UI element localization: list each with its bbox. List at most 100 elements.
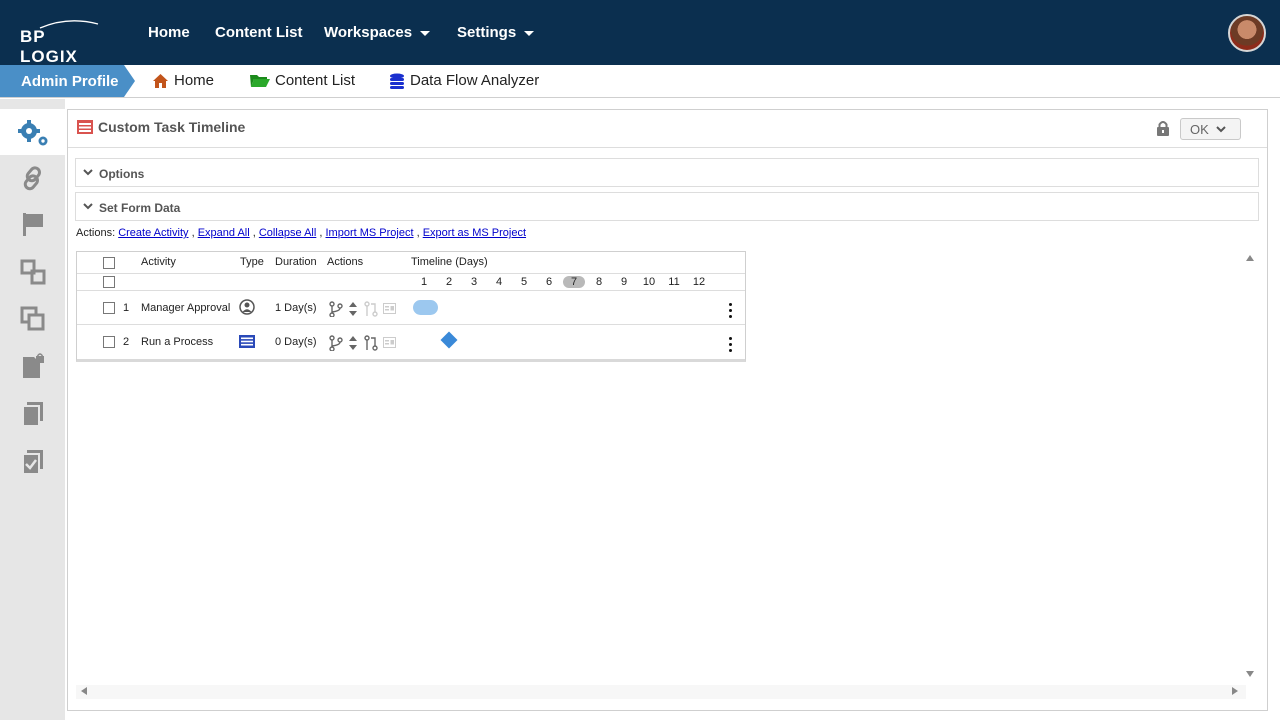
export-ms-project-link[interactable]: Export as MS Project [423,227,526,239]
task-timeline-panel: Custom Task Timeline OK Options Set Form… [67,109,1268,711]
header-timeline: Timeline (Days) [411,256,488,268]
logo-text: BP LOGIX [20,27,78,66]
home-icon [153,73,168,88]
nav-workspaces-label: Workspaces [324,24,413,41]
timeline-day-8: 8 [595,276,603,288]
branch-icon[interactable] [329,301,343,317]
subheader-divider [77,290,745,291]
breadcrumb-data-flow-analyzer-label: Data Flow Analyzer [410,72,540,89]
gantt-table: Activity Type Duration Actions Timeline … [76,251,746,362]
duration-value: 0 Day(s) [275,336,317,348]
timeline-day-2: 2 [445,276,453,288]
form-icon[interactable] [383,303,396,314]
scroll-right-arrow[interactable] [1232,687,1238,695]
row-checkbox[interactable] [103,336,115,348]
breadcrumb-data-flow-analyzer[interactable]: Data Flow Analyzer [389,72,539,89]
actions-prefix: Actions: [76,227,116,239]
timeline-day-1: 1 [420,276,428,288]
scroll-up-arrow[interactable] [1246,255,1254,261]
timeline-day-10: 10 [642,276,656,288]
breadcrumb-admin-profile-label: Admin Profile [21,73,119,90]
row-menu-button[interactable] [729,303,733,321]
expand-all-link[interactable]: Expand All [198,227,250,239]
row-divider [77,324,745,325]
import-ms-project-link[interactable]: Import MS Project [326,227,414,239]
user-icon [239,299,255,315]
workflow-icon[interactable] [20,259,46,285]
timeline-milestone[interactable] [440,331,458,349]
breadcrumb-content-list[interactable]: Content List [250,72,355,89]
timeline-day-4: 4 [495,276,503,288]
flag-icon[interactable] [20,211,46,237]
timeline-day-3: 3 [470,276,478,288]
nav-home[interactable]: Home [148,24,190,41]
panel-header: Custom Task Timeline OK [68,110,1267,148]
header-type: Type [240,256,264,268]
left-sidebar [0,99,66,720]
breadcrumb-home[interactable]: Home [152,72,214,89]
lock-icon[interactable] [1156,120,1170,136]
nav-settings[interactable]: Settings [457,24,535,41]
options-section-toggle[interactable]: Options [75,158,1259,187]
nav-workspaces[interactable]: Workspaces [324,24,431,41]
dependency-icon[interactable] [364,335,378,351]
breadcrumb-admin-profile[interactable]: Admin Profile [0,65,135,97]
set-form-data-section-label: Set Form Data [99,201,181,215]
avatar[interactable] [1228,14,1266,52]
locked-document-icon[interactable] [20,353,46,379]
header-duration: Duration [275,256,317,268]
duration-value: 1 Day(s) [275,302,317,314]
ok-button[interactable]: OK [1180,118,1241,140]
top-navigation-bar: BP LOGIX Home Content List Workspaces Se… [0,0,1280,66]
chevron-down-icon [420,30,431,36]
dependency-icon[interactable] [364,301,378,317]
copy-icon[interactable] [20,306,46,332]
chevron-down-icon [83,203,93,210]
sub-header-checkbox[interactable] [103,276,115,288]
branch-icon[interactable] [329,335,343,351]
move-up-down-icon[interactable] [348,335,358,351]
breadcrumb-content-list-label: Content List [275,72,356,89]
chevron-down-icon [83,169,93,176]
row-menu-button[interactable] [729,337,733,355]
task-icon[interactable] [20,449,46,475]
collapse-all-link[interactable]: Collapse All [259,227,316,239]
page-title: Custom Task Timeline [98,119,246,135]
form-icon[interactable] [383,337,396,348]
chevron-down-icon [1216,126,1226,133]
actions-toolbar: Actions: Create Activity , Expand All , … [76,227,527,239]
bp-logix-logo[interactable]: BP LOGIX [18,18,108,66]
nav-content-list[interactable]: Content List [215,24,303,41]
activity-name[interactable]: Run a Process [141,336,213,348]
timeline-bar[interactable] [413,300,438,315]
header-divider [77,273,745,274]
ok-button-label: OK [1190,122,1209,137]
create-activity-link[interactable]: Create Activity [118,227,188,239]
timeline-day-7: 7 [563,276,585,288]
documents-icon[interactable] [20,401,46,427]
timeline-day-11: 11 [668,276,680,288]
row-number: 2 [123,336,130,348]
breadcrumb: Admin Profile Home Content List Data Flo… [0,65,1280,98]
header-actions: Actions [327,256,364,268]
timeline-icon [77,120,93,134]
horizontal-scrollbar[interactable] [76,685,1246,699]
header-activity: Activity [141,256,176,268]
folder-icon [250,75,270,87]
link-icon[interactable] [20,165,46,191]
select-all-checkbox[interactable] [103,257,115,269]
scroll-left-arrow[interactable] [81,687,87,695]
database-icon [390,73,404,89]
scroll-down-arrow[interactable] [1246,671,1254,677]
row-checkbox[interactable] [103,302,115,314]
timeline-day-9: 9 [620,276,628,288]
gears-icon[interactable] [16,119,50,147]
timeline-day-12: 12 [692,276,706,288]
nav-settings-label: Settings [457,24,517,41]
set-form-data-section-toggle[interactable]: Set Form Data [75,192,1259,221]
activity-name[interactable]: Manager Approval [141,302,230,314]
timeline-day-6: 6 [545,276,553,288]
process-icon [239,335,255,348]
row-number: 1 [123,302,130,314]
move-up-down-icon[interactable] [348,301,358,317]
